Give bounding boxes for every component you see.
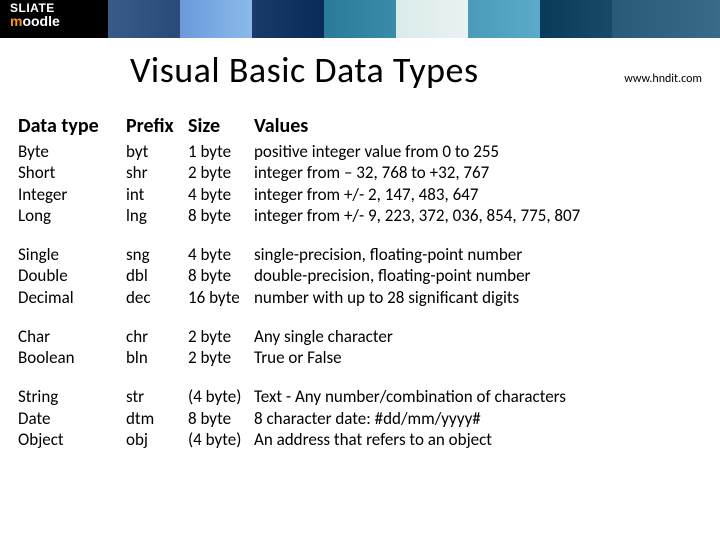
table-row: Charchr2 byteAny single character: [18, 326, 702, 347]
cell-prefix: byt: [126, 141, 188, 162]
cell-values: integer from +/- 2, 147, 483, 647: [254, 184, 702, 205]
th-prefix: Prefix: [126, 114, 188, 141]
cell-values: 8 character date: #dd/mm/yyyy#: [254, 408, 702, 429]
cell-size: 8 byte: [188, 408, 254, 429]
table-row: Shortshr2 byteinteger from – 32, 768 to …: [18, 162, 702, 183]
cell-type: Object: [18, 429, 126, 450]
cell-size: (4 byte): [188, 386, 254, 407]
page-title: Visual Basic Data Types: [130, 48, 479, 92]
group-gap: [18, 308, 702, 326]
cell-prefix: dtm: [126, 408, 188, 429]
cell-type: Byte: [18, 141, 126, 162]
cell-type: Decimal: [18, 287, 126, 308]
cell-type: Boolean: [18, 347, 126, 368]
cell-values: double-precision, floating-point number: [254, 265, 702, 286]
table-row: Integerint4 byteinteger from +/- 2, 147,…: [18, 184, 702, 205]
table-row: Bytebyt1 bytepositive integer value from…: [18, 141, 702, 162]
data-type-table: Data type Prefix Size Values Bytebyt1 by…: [18, 114, 702, 450]
cell-type: Date: [18, 408, 126, 429]
cell-size: (4 byte): [188, 429, 254, 450]
cell-type: String: [18, 386, 126, 407]
cell-prefix: bln: [126, 347, 188, 368]
cell-prefix: lng: [126, 205, 188, 226]
cell-type: Single: [18, 244, 126, 265]
cell-type: Short: [18, 162, 126, 183]
th-type: Data type: [18, 114, 126, 141]
source-url: www.hndit.com: [624, 72, 702, 86]
cell-type: Char: [18, 326, 126, 347]
cell-prefix: shr: [126, 162, 188, 183]
cell-size: 8 byte: [188, 265, 254, 286]
table-header-row: Data type Prefix Size Values: [18, 114, 702, 141]
cell-size: 2 byte: [188, 326, 254, 347]
cell-prefix: chr: [126, 326, 188, 347]
cell-values: positive integer value from 0 to 255: [254, 141, 702, 162]
table-row: Singlesng4 bytesingle-precision, floatin…: [18, 244, 702, 265]
table-row: Objectobj(4 byte)An address that refers …: [18, 429, 702, 450]
cell-type: Long: [18, 205, 126, 226]
th-size: Size: [188, 114, 254, 141]
cell-prefix: int: [126, 184, 188, 205]
cell-size: 16 byte: [188, 287, 254, 308]
cell-size: 4 byte: [188, 184, 254, 205]
th-values: Values: [254, 114, 702, 141]
cell-size: 4 byte: [188, 244, 254, 265]
cell-values: number with up to 28 significant digits: [254, 287, 702, 308]
cell-prefix: str: [126, 386, 188, 407]
cell-type: Double: [18, 265, 126, 286]
cell-size: 2 byte: [188, 162, 254, 183]
logo: SLIATE moodle: [10, 2, 60, 28]
cell-values: integer from +/- 9, 223, 372, 036, 854, …: [254, 205, 702, 226]
cell-type: Integer: [18, 184, 126, 205]
group-gap: [18, 368, 702, 386]
cell-values: Text - Any number/combination of charact…: [254, 386, 702, 407]
cell-values: An address that refers to an object: [254, 429, 702, 450]
cell-prefix: sng: [126, 244, 188, 265]
cell-values: True or False: [254, 347, 702, 368]
cell-prefix: dbl: [126, 265, 188, 286]
table-row: Longlng8 byteinteger from +/- 9, 223, 37…: [18, 205, 702, 226]
cell-prefix: dec: [126, 287, 188, 308]
table-row: Datedtm8 byte8 character date: #dd/mm/yy…: [18, 408, 702, 429]
group-gap: [18, 226, 702, 244]
cell-size: 2 byte: [188, 347, 254, 368]
cell-values: integer from – 32, 768 to +32, 767: [254, 162, 702, 183]
cell-prefix: obj: [126, 429, 188, 450]
logo-text-bottom: moodle: [10, 14, 60, 28]
banner-strip: SLIATE moodle: [0, 0, 720, 38]
cell-size: 8 byte: [188, 205, 254, 226]
cell-values: Any single character: [254, 326, 702, 347]
table-row: Doubledbl8 bytedouble-precision, floatin…: [18, 265, 702, 286]
table-row: Stringstr(4 byte)Text - Any number/combi…: [18, 386, 702, 407]
cell-size: 1 byte: [188, 141, 254, 162]
table-row: Decimaldec16 bytenumber with up to 28 si…: [18, 287, 702, 308]
content: Data type Prefix Size Values Bytebyt1 by…: [0, 102, 720, 450]
table-body: Bytebyt1 bytepositive integer value from…: [18, 141, 702, 450]
table-row: Booleanbln2 byteTrue or False: [18, 347, 702, 368]
cell-values: single-precision, floating-point number: [254, 244, 702, 265]
header: Visual Basic Data Types www.hndit.com: [0, 38, 720, 102]
